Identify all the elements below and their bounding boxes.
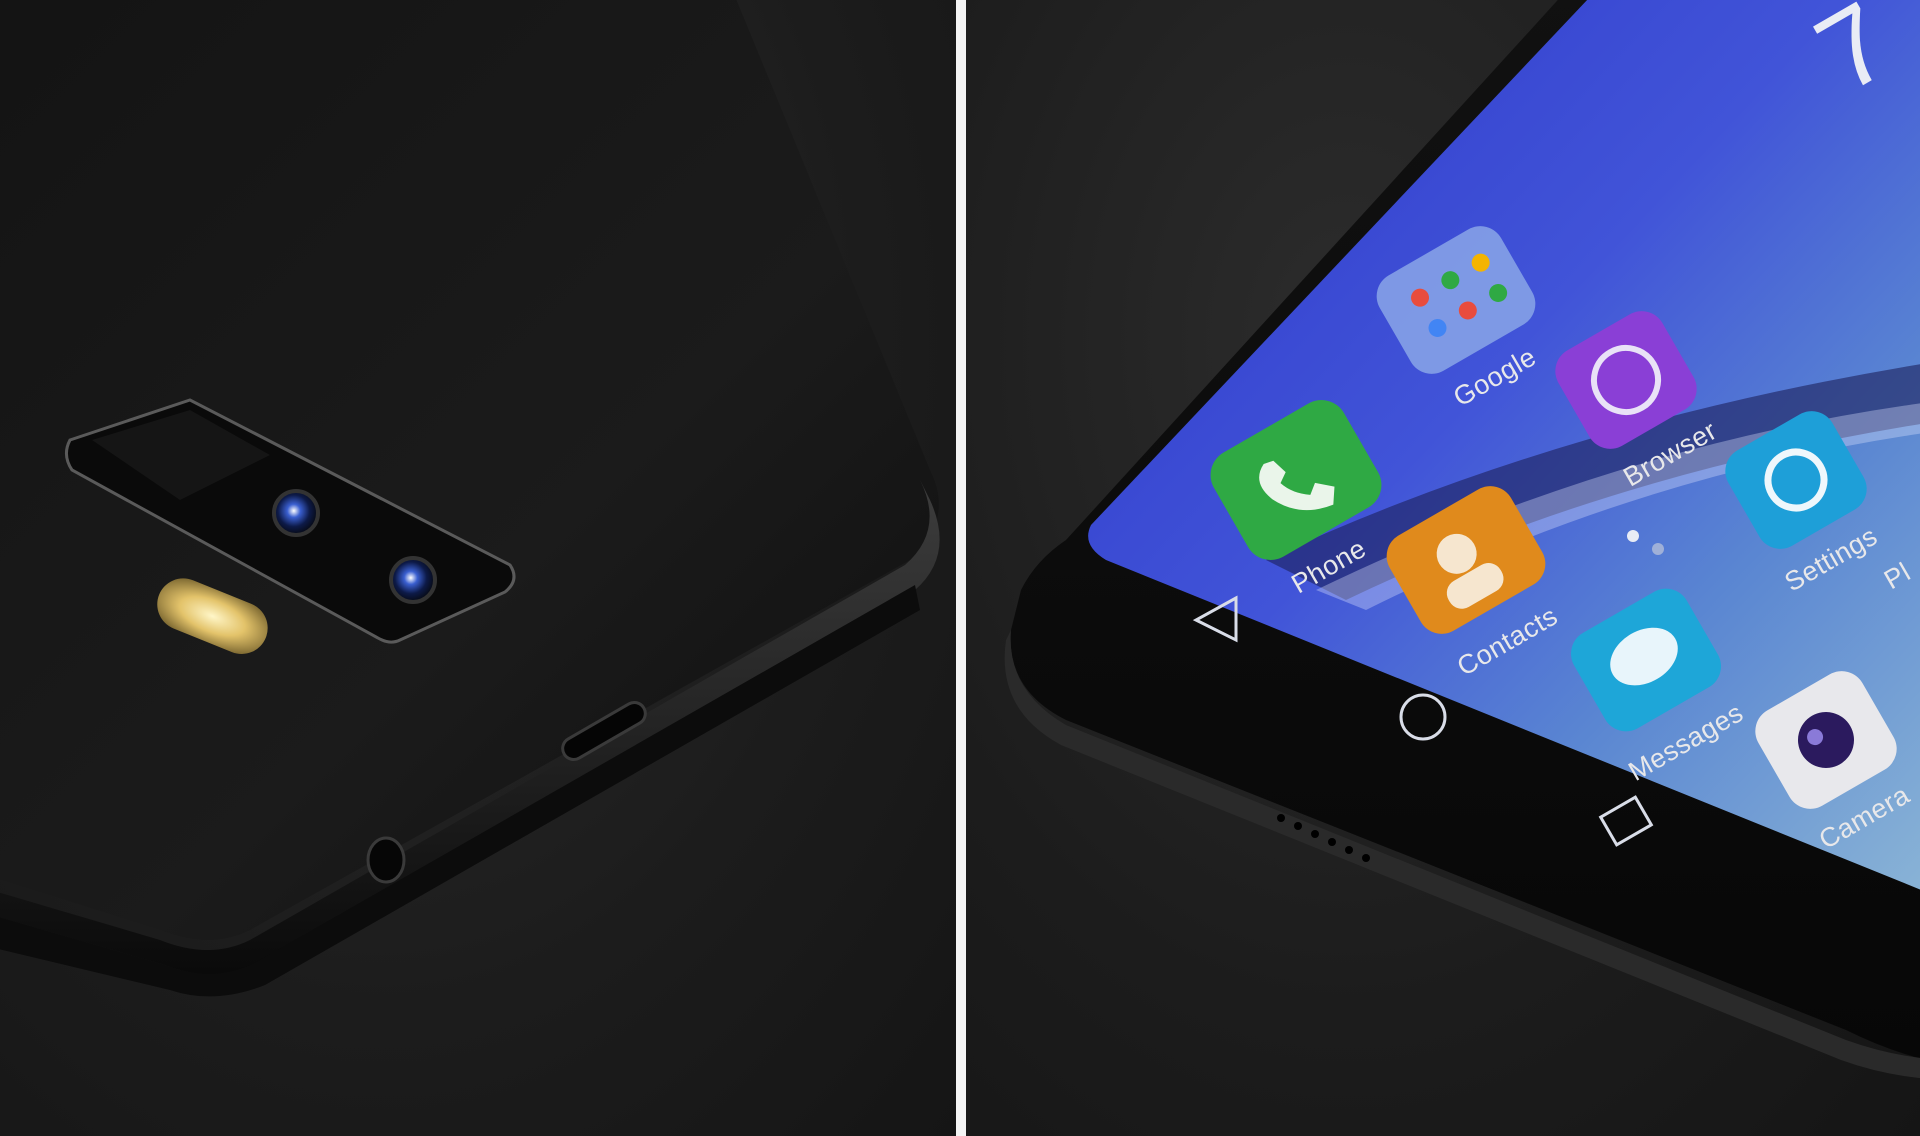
camera-lens-primary [272, 489, 320, 537]
phone-back-illustration [0, 0, 940, 997]
product-collage: 7 Google Browser Phone Settings Contacts… [0, 0, 1920, 1136]
camera-lens-secondary [389, 556, 437, 604]
phone-back-panel [0, 0, 956, 1136]
phone-front-illustration: 7 Google Browser Phone Settings Contacts… [1004, 0, 1920, 1079]
phone-front-panel: 7 Google Browser Phone Settings Contacts… [966, 0, 1920, 1136]
page-indicator-dot [1627, 530, 1639, 542]
headphone-jack [366, 836, 406, 884]
page-indicator-dot [1652, 543, 1664, 555]
panel-divider [956, 0, 966, 1136]
